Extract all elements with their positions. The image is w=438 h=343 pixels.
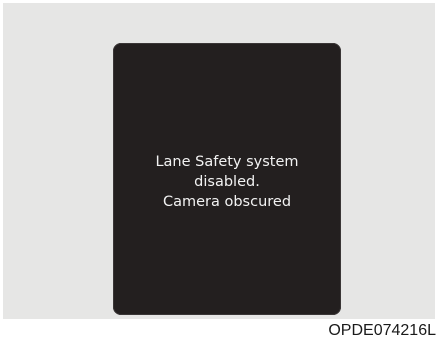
warning-message: Lane Safety system disabled. Camera obsc… — [113, 152, 341, 212]
warning-message-line-2: disabled. — [194, 174, 260, 190]
cluster-display-screen: Lane Safety system disabled. Camera obsc… — [113, 43, 341, 315]
warning-message-line-1: Lane Safety system — [155, 154, 299, 170]
figure-background: Lane Safety system disabled. Camera obsc… — [3, 3, 435, 319]
figure-code: OPDE074216L — [328, 322, 436, 339]
warning-message-line-3: Camera obscured — [162, 194, 292, 210]
